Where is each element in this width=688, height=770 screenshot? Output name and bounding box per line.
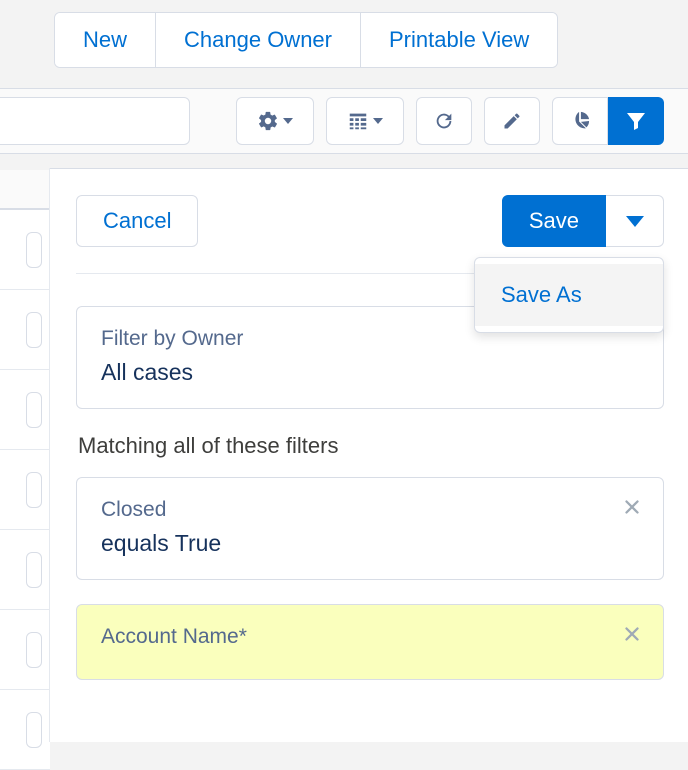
filter-field-label: Account Name* (101, 625, 639, 649)
display-as-button[interactable] (326, 97, 404, 145)
chevron-down-icon (626, 216, 644, 227)
refresh-button[interactable] (416, 97, 472, 145)
save-as-item[interactable]: Save As (475, 264, 663, 326)
printable-view-button[interactable]: Printable View (361, 13, 557, 67)
funnel-icon (624, 109, 648, 133)
matching-filters-heading: Matching all of these filters (78, 433, 664, 459)
refresh-icon (433, 110, 455, 132)
list-view-toolbar (0, 88, 688, 154)
filter-panel: Cancel Save Save As Filter by Owner All … (50, 168, 688, 742)
change-owner-button[interactable]: Change Owner (156, 13, 361, 67)
save-button[interactable]: Save (502, 195, 606, 247)
list-view-controls-button[interactable] (236, 97, 314, 145)
save-dropdown-toggle[interactable] (606, 195, 664, 247)
filter-field-label: Closed (101, 498, 639, 522)
toolbar-buttons (236, 97, 664, 145)
filter-owner-value: All cases (101, 359, 639, 386)
filter-item-account-name[interactable]: Account Name* (76, 604, 664, 680)
list-view-actions: New Change Owner Printable View (54, 12, 558, 68)
filter-button[interactable] (608, 97, 664, 145)
search-input[interactable] (0, 97, 190, 145)
new-button[interactable]: New (55, 13, 156, 67)
remove-filter-button[interactable] (621, 623, 643, 650)
filter-item-closed[interactable]: Closed equals True (76, 477, 664, 580)
chart-button[interactable] (552, 97, 608, 145)
filter-condition-value: equals True (101, 530, 639, 557)
table-background (0, 170, 50, 770)
chevron-down-icon (373, 118, 383, 124)
close-icon (621, 623, 643, 645)
save-dropdown-menu: Save As (474, 257, 664, 333)
save-button-group: Save Save As (502, 195, 664, 247)
remove-filter-button[interactable] (621, 496, 643, 523)
pencil-icon (502, 111, 522, 131)
cancel-button[interactable]: Cancel (76, 195, 198, 247)
chevron-down-icon (283, 118, 293, 124)
pie-chart-icon (569, 110, 591, 132)
close-icon (621, 496, 643, 518)
gear-icon (257, 110, 279, 132)
filter-panel-header: Cancel Save Save As (76, 195, 664, 274)
table-icon (347, 110, 369, 132)
edit-button[interactable] (484, 97, 540, 145)
